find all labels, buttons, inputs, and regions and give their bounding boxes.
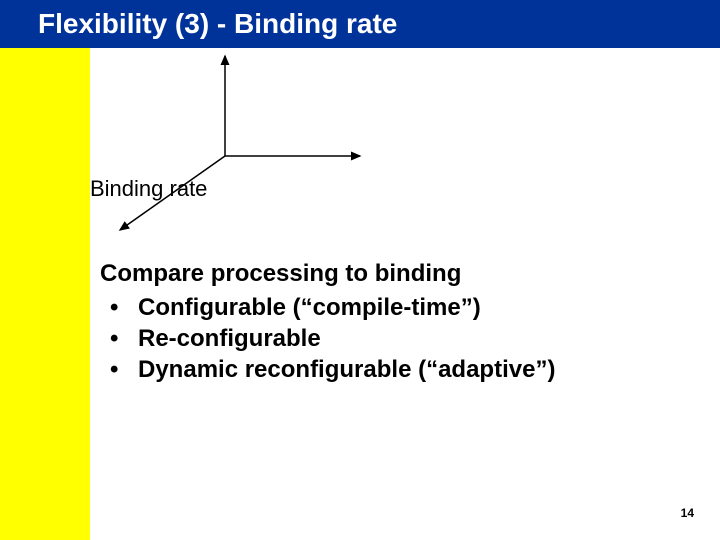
- content-block: Compare processing to binding • Configur…: [100, 260, 660, 386]
- bullet-item: • Dynamic reconfigurable (“adaptive”): [100, 354, 660, 385]
- axis-diagram: Binding rate: [90, 48, 410, 248]
- bullet-marker: •: [110, 292, 138, 323]
- bullet-item: • Re-configurable: [100, 323, 660, 354]
- bullet-marker: •: [110, 323, 138, 354]
- page-number: 14: [681, 506, 694, 520]
- axis-label: Binding rate: [90, 176, 207, 202]
- sidebar-stripe: [0, 48, 90, 540]
- content-heading: Compare processing to binding: [100, 260, 660, 288]
- bullet-text: Re-configurable: [138, 323, 321, 354]
- title-bar: Flexibility (3) - Binding rate: [0, 0, 720, 48]
- bullet-item: • Configurable (“compile-time”): [100, 292, 660, 323]
- axes-icon: [90, 48, 410, 248]
- bullet-text: Dynamic reconfigurable (“adaptive”): [138, 354, 555, 385]
- bullet-marker: •: [110, 354, 138, 385]
- slide-title: Flexibility (3) - Binding rate: [38, 8, 397, 40]
- bullet-text: Configurable (“compile-time”): [138, 292, 481, 323]
